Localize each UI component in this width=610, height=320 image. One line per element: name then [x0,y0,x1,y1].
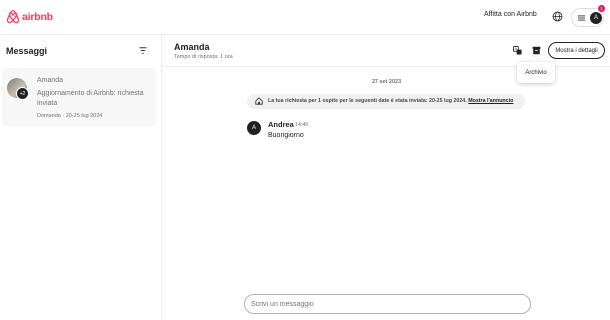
notice-text-wrapper: La tua richiesta per 1 ospite per le seg… [268,98,513,104]
hamburger-icon [578,15,585,21]
archive-icon[interactable] [532,46,541,55]
message-text: Buongiorno [268,132,304,139]
response-time: Tempo di risposta: 1 ora [174,54,233,60]
globe-icon[interactable] [552,11,563,22]
participants-badge: +2 [16,87,29,100]
filter-icon[interactable] [139,47,147,54]
airbnb-logo-icon [6,10,20,24]
show-listing-link[interactable]: Mostra l'annuncio [468,98,513,104]
conversation-item[interactable]: +2 Amanda Aggiornamento di Airbnb: richi… [2,68,156,126]
message-sender: Andrea [268,120,294,129]
user-avatar: A [590,12,602,24]
logo-wordmark: airbnb [22,10,53,23]
sidebar-title: Messaggi [6,46,48,56]
date-divider: 27 set 2023 [371,79,402,85]
chat-contact-name: Amanda [174,42,210,52]
show-details-button[interactable]: Mostra i dettagli [548,42,605,59]
house-icon [255,97,263,105]
airbnb-logo[interactable]: airbnb [6,9,53,24]
host-link[interactable]: Affitta con Airbnb [484,11,537,18]
messages-sidebar: Messaggi +2 Amanda Aggiornamento di Airb… [0,35,162,320]
notification-badge: 1 [598,5,605,12]
conversation-meta: Domanda · 20-25 lug 2024 [37,113,103,119]
message-avatar: A [247,121,261,135]
translate-icon[interactable]: A [513,46,522,55]
conversation-preview: Aggiornamento di Airbnb: richiesta invia… [37,90,144,107]
system-notice: La tua richiesta per 1 ospite per le seg… [247,94,525,109]
profile-menu-button[interactable]: A 1 [571,5,605,27]
top-navigation-bar: airbnb Affitta con Airbnb A 1 [0,0,610,35]
message-time: 14:46 [295,122,309,128]
notice-text: La tua richiesta per 1 ospite per le seg… [268,98,467,104]
conversation-name: Amanda [37,77,64,84]
message-input[interactable] [244,294,531,314]
